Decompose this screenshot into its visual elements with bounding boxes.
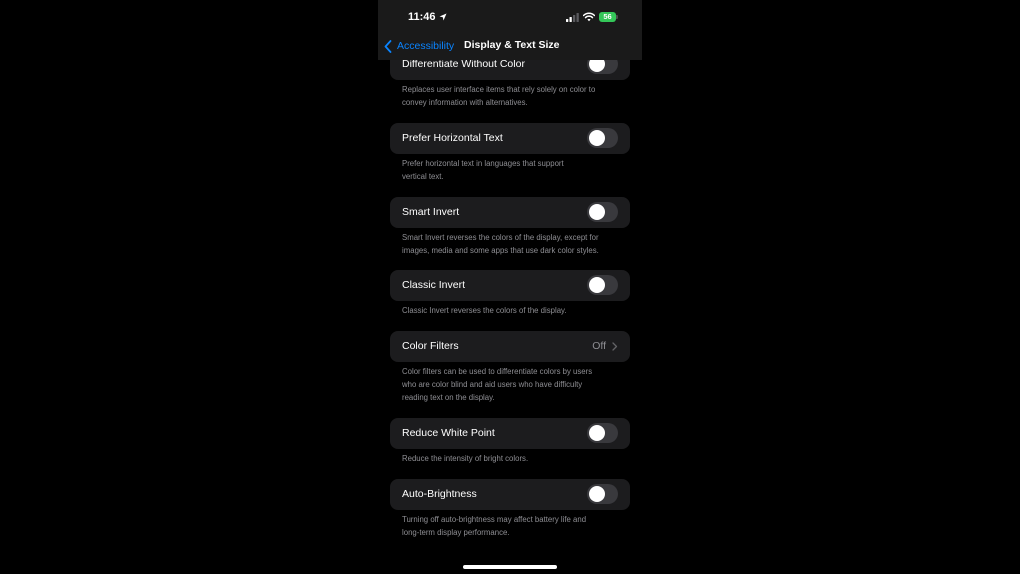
footer-line: Replaces user interface items that rely …: [402, 85, 596, 94]
reduce-white-point-toggle[interactable]: [587, 423, 618, 443]
row-label: Classic Invert: [402, 279, 466, 291]
row-classic-invert: Classic Invert: [390, 270, 630, 301]
footer-prefer-horizontal-text: Prefer horizontal text in languages that…: [402, 157, 618, 183]
header: 11:46 56 Accessibility Display & Text Si…: [378, 0, 642, 60]
footer-line: Turning off auto-brightness may affect b…: [402, 515, 587, 524]
row-prefer-horizontal-text: Prefer Horizontal Text: [390, 123, 630, 154]
page-title: Display & Text Size: [464, 39, 560, 51]
phone-screen: Differentiate Without Color Replaces use…: [378, 0, 642, 574]
row-label: Color Filters: [402, 340, 459, 352]
battery-icon: 56: [599, 12, 619, 22]
toggle-knob: [589, 204, 605, 220]
footer-line: Color filters can be used to differentia…: [402, 367, 593, 376]
footer-line: reading text on the display.: [402, 393, 495, 402]
footer-differentiate-without-color: Replaces user interface items that rely …: [402, 83, 618, 109]
chevron-left-icon: [384, 39, 392, 53]
classic-invert-toggle[interactable]: [587, 275, 618, 295]
prefer-horizontal-text-toggle[interactable]: [587, 128, 618, 148]
row-smart-invert: Smart Invert: [390, 197, 630, 228]
battery-level: 56: [599, 12, 616, 22]
auto-brightness-toggle[interactable]: [587, 484, 618, 504]
toggle-knob: [589, 425, 605, 441]
footer-line: Prefer horizontal text in languages that…: [402, 159, 564, 168]
cellular-signal-icon: [566, 13, 579, 22]
battery-tip: [616, 15, 618, 19]
back-label: Accessibility: [397, 40, 455, 52]
footer-line: who are color blind and aid users who ha…: [402, 380, 583, 389]
footer-line: Classic Invert reverses the colors of th…: [402, 306, 567, 315]
footer-line: vertical text.: [402, 172, 444, 181]
home-indicator[interactable]: [463, 565, 557, 569]
toggle-knob: [589, 130, 605, 146]
footer-line: Smart Invert reverses the colors of the …: [402, 233, 599, 242]
row-label: Reduce White Point: [402, 427, 495, 439]
settings-list: Differentiate Without Color Replaces use…: [378, 0, 642, 574]
footer-line: Reduce the intensity of bright colors.: [402, 454, 529, 463]
footer-line: long-term display performance.: [402, 528, 510, 537]
footer-classic-invert: Classic Invert reverses the colors of th…: [402, 304, 618, 317]
footer-line: convey information with alternatives.: [402, 98, 528, 107]
chevron-right-icon: [612, 342, 618, 351]
toggle-knob: [589, 486, 605, 502]
location-arrow-icon: [439, 13, 447, 21]
color-filters-value: Off: [592, 340, 606, 352]
row-reduce-white-point: Reduce White Point: [390, 418, 630, 449]
toggle-knob: [589, 277, 605, 293]
back-button[interactable]: Accessibility: [384, 38, 454, 54]
row-label: Smart Invert: [402, 206, 460, 218]
footer-line: images, media and some apps that use dar…: [402, 246, 599, 255]
smart-invert-toggle[interactable]: [587, 202, 618, 222]
footer-reduce-white-point: Reduce the intensity of bright colors.: [402, 452, 618, 465]
footer-smart-invert: Smart Invert reverses the colors of the …: [402, 231, 618, 257]
row-label: Prefer Horizontal Text: [402, 132, 503, 144]
footer-color-filters: Color filters can be used to differentia…: [402, 365, 618, 404]
status-time: 11:46: [408, 11, 436, 23]
wifi-icon: [583, 12, 595, 22]
footer-auto-brightness: Turning off auto-brightness may affect b…: [402, 513, 618, 539]
row-auto-brightness: Auto-Brightness: [390, 479, 630, 510]
row-color-filters[interactable]: Color Filters Off: [390, 331, 630, 362]
row-label: Auto-Brightness: [402, 488, 477, 500]
